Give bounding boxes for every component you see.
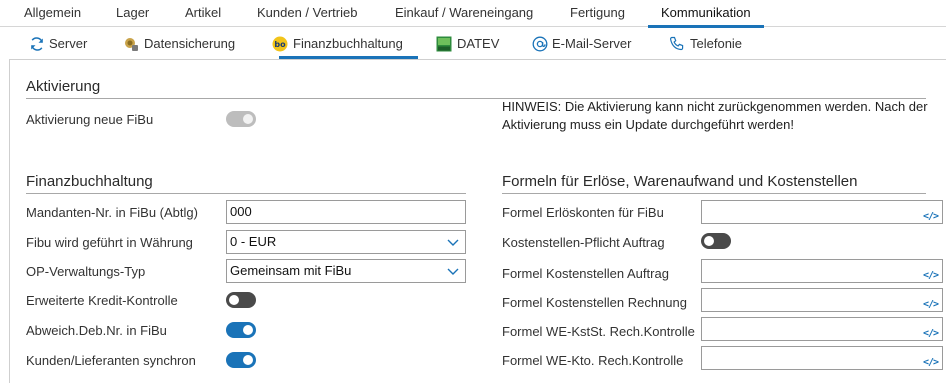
section-title-aktivierung: Aktivierung	[26, 78, 101, 95]
fibu-icon: bo	[272, 36, 288, 52]
erloes-input[interactable]: </>	[701, 200, 943, 224]
mandant-value: 000	[230, 204, 252, 219]
backup-icon	[125, 38, 138, 51]
kredit-toggle[interactable]	[226, 292, 256, 308]
section-divider	[26, 193, 466, 194]
aktivierung-label: Aktivierung neue FiBu	[26, 112, 154, 127]
op-label: OP-Verwaltungs-Typ	[26, 264, 146, 279]
mandant-label: Mandanten-Nr. in FiBu (Abtlg)	[26, 205, 198, 220]
subtab-server-label: Server	[49, 36, 88, 51]
sync-toggle[interactable]	[226, 352, 256, 368]
tab-kunden-vertrieb[interactable]: Kunden / Vertrieb	[257, 0, 357, 27]
ks-auftrag-input[interactable]: </>	[701, 259, 943, 283]
datev-icon	[436, 36, 452, 52]
phone-icon	[669, 36, 684, 51]
code-icon[interactable]: </>	[923, 206, 939, 228]
subtab-finanzbuchhaltung-label: Finanzbuchhaltung	[279, 28, 418, 59]
sync-label: Kunden/Lieferanten synchron	[26, 353, 196, 368]
subtab-telefonie-label: Telefonie	[690, 36, 743, 51]
tab-kommunikation[interactable]: Kommunikation	[648, 0, 764, 28]
tab-artikel[interactable]: Artikel	[185, 0, 221, 27]
we-kst-label: Formel WE-KstSt. Rech.Kontrolle	[502, 324, 695, 339]
at-icon	[532, 36, 548, 52]
refresh-icon	[31, 37, 43, 51]
ks-rechnung-input[interactable]: </>	[701, 288, 943, 312]
chevron-down-icon	[447, 268, 459, 275]
erloes-label: Formel Erlöskonten für FiBu	[502, 205, 664, 220]
sub-tab-bar: Server Datensicherung bo Finanzbuchhaltu…	[0, 28, 946, 59]
waehrung-select[interactable]: 0 - EUR	[226, 230, 466, 254]
subtab-datev-label: DATEV	[457, 36, 500, 51]
abweich-toggle[interactable]	[226, 322, 256, 338]
tab-lager[interactable]: Lager	[116, 0, 149, 27]
we-kto-label: Formel WE-Kto. Rech.Kontrolle	[502, 353, 684, 368]
aktivierung-toggle	[226, 111, 256, 127]
svg-text:bo: bo	[274, 40, 286, 49]
we-kto-input[interactable]: </>	[701, 346, 943, 370]
code-icon[interactable]: </>	[923, 294, 939, 316]
ks-rechnung-label: Formel Kostenstellen Rechnung	[502, 295, 687, 310]
op-select[interactable]: Gemeinsam mit FiBu	[226, 259, 466, 283]
ks-auftrag-label: Formel Kostenstellen Auftrag	[502, 266, 669, 281]
subtab-datensicherung-label: Datensicherung	[144, 36, 236, 51]
waehrung-label: Fibu wird geführt in Währung	[26, 235, 193, 250]
section-divider	[502, 193, 926, 194]
code-icon[interactable]: </>	[923, 323, 939, 345]
subtab-email-server-label: E-Mail-Server	[552, 36, 632, 51]
waehrung-value: 0 - EUR	[230, 234, 277, 249]
tab-allgemein[interactable]: Allgemein	[24, 0, 81, 27]
code-icon[interactable]: </>	[923, 352, 939, 374]
tab-fertigung[interactable]: Fertigung	[570, 0, 625, 27]
ks-pflicht-toggle[interactable]	[701, 233, 731, 249]
section-title-formeln: Formeln für Erlöse, Warenaufwand und Kos…	[502, 173, 858, 190]
code-icon[interactable]: </>	[923, 265, 939, 287]
section-title-finanzbuchhaltung: Finanzbuchhaltung	[26, 173, 153, 190]
main-tab-bar: Allgemein Lager Artikel Kunden / Vertrie…	[0, 0, 946, 28]
op-value: Gemeinsam mit FiBu	[230, 263, 352, 278]
chevron-down-icon	[447, 239, 459, 246]
tab-einkauf-wareneingang[interactable]: Einkauf / Wareneingang	[395, 0, 533, 27]
ks-pflicht-label: Kostenstellen-Pflicht Auftrag	[502, 235, 665, 250]
we-kst-input[interactable]: </>	[701, 317, 943, 341]
aktivierung-hint: HINWEIS: Die Aktivierung kann nicht zurü…	[502, 99, 928, 132]
kredit-label: Erweiterte Kredit-Kontrolle	[26, 293, 178, 308]
mandant-input[interactable]: 000	[226, 200, 466, 224]
abweich-label: Abweich.Deb.Nr. in FiBu	[26, 323, 167, 338]
